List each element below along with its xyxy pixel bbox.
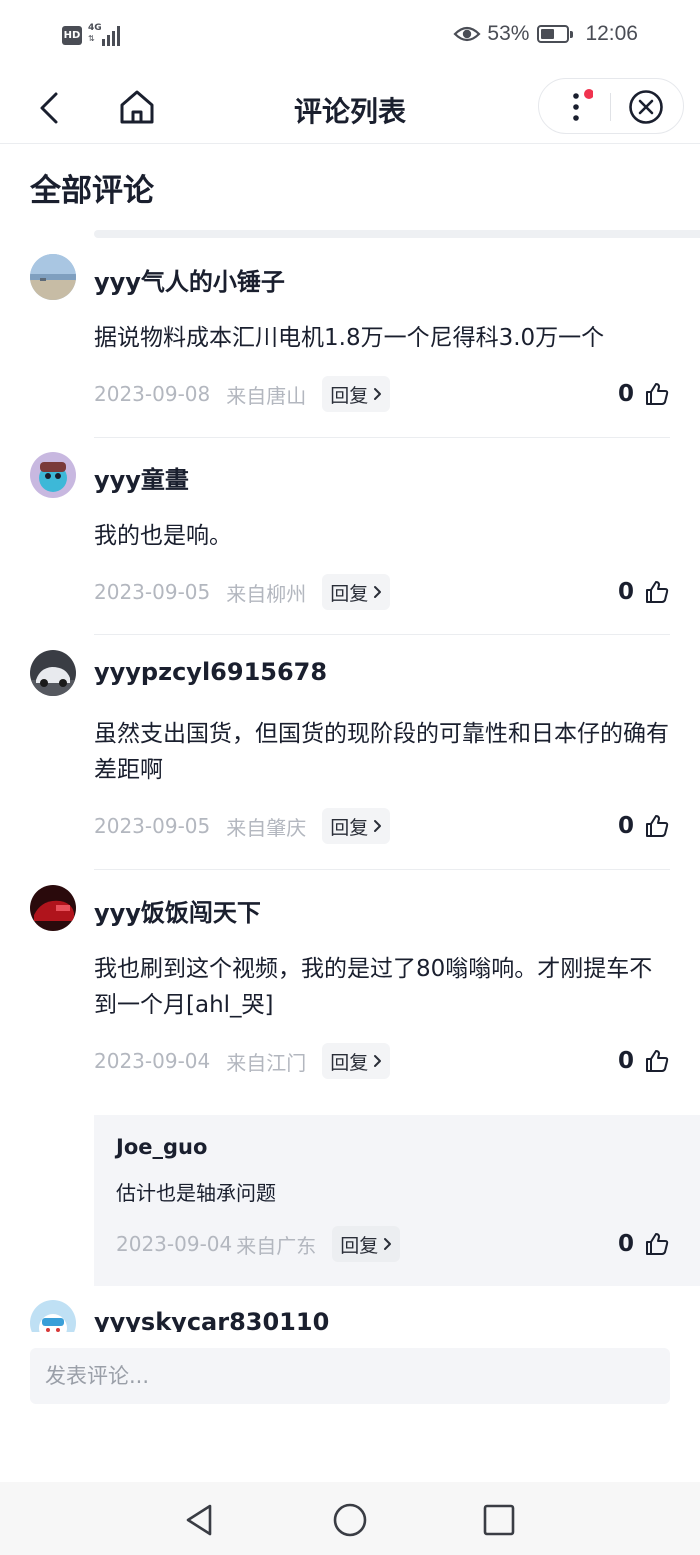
comment-location: 来自肇庆 bbox=[226, 815, 307, 840]
sub-reply: Joe_guo 估计也是轴承问题 2023-09-04 来自广东 回复 0 bbox=[94, 1115, 700, 1286]
more-icon[interactable] bbox=[559, 87, 593, 127]
comment-meta: 2023-09-05 来自肇庆 回复 bbox=[94, 808, 391, 844]
thumbs-up-icon bbox=[646, 1233, 669, 1255]
comment-username[interactable]: yyyskycar830110 bbox=[94, 1308, 329, 1332]
comment-date: 2023-09-05 bbox=[94, 814, 211, 838]
thumbs-up-icon bbox=[646, 383, 669, 405]
comment-username[interactable]: yyypzcyl6915678 bbox=[94, 658, 327, 686]
reply-label: 回复 bbox=[330, 582, 369, 605]
avatar[interactable] bbox=[30, 650, 76, 696]
sub-reply-date: 2023-09-04 bbox=[116, 1232, 233, 1256]
status-right: 53% 12:06 bbox=[453, 22, 638, 46]
status-bar: HD 4G ⇅ 53% 12:06 bbox=[0, 0, 700, 72]
avatar[interactable] bbox=[30, 452, 76, 498]
data-arrows-icon: ⇅ bbox=[88, 34, 95, 43]
like-count: 0 bbox=[617, 579, 634, 605]
chevron-right-icon bbox=[374, 388, 382, 400]
comment-divider bbox=[94, 869, 670, 870]
top-divider bbox=[94, 230, 700, 238]
thumbs-up-icon bbox=[646, 1050, 669, 1072]
capsule-divider bbox=[610, 93, 611, 121]
comment-meta: 2023-09-08 来自唐山 回复 bbox=[94, 376, 391, 412]
avatar[interactable] bbox=[30, 1300, 76, 1332]
close-icon[interactable] bbox=[627, 88, 665, 126]
section-title: 全部评论 bbox=[30, 173, 154, 209]
reply-button[interactable]: 回复 bbox=[322, 808, 391, 844]
signal-icon: 4G ⇅ bbox=[88, 24, 124, 46]
comment-text: 我也刷到这个视频，我的是过了80嗡嗡响。才刚提车不到一个月[ahl_哭] bbox=[94, 956, 653, 1018]
reply-label: 回复 bbox=[340, 1234, 379, 1257]
navigation-bar: 评论列表 bbox=[0, 72, 700, 144]
notification-dot bbox=[584, 89, 593, 99]
like-count: 0 bbox=[617, 381, 634, 407]
like-count: 0 bbox=[617, 1048, 634, 1074]
back-triangle-icon[interactable] bbox=[182, 1502, 218, 1538]
comment-location: 来自柳州 bbox=[226, 581, 307, 606]
comment-date: 2023-09-08 bbox=[94, 382, 211, 406]
comment-divider bbox=[94, 437, 670, 438]
comment-date: 2023-09-04 bbox=[94, 1049, 211, 1073]
signal-bars-icon bbox=[102, 26, 120, 46]
recents-square-icon[interactable] bbox=[481, 1502, 517, 1538]
hd-badge: HD bbox=[62, 25, 82, 45]
comment-location: 来自唐山 bbox=[226, 383, 307, 408]
eye-icon bbox=[453, 26, 481, 42]
sub-reply-meta: 2023-09-04 来自广东 回复 bbox=[116, 1226, 401, 1262]
comment-location: 来自江门 bbox=[226, 1050, 307, 1075]
battery-fill bbox=[541, 29, 555, 39]
like-button[interactable]: 0 bbox=[618, 1043, 670, 1079]
chevron-right-icon bbox=[384, 1238, 392, 1250]
thumbs-up-icon bbox=[646, 815, 669, 837]
comment-meta: 2023-09-04 来自江门 回复 bbox=[94, 1043, 391, 1079]
avatar[interactable] bbox=[30, 885, 76, 931]
comment-input[interactable] bbox=[30, 1348, 670, 1404]
sub-reply-text: 估计也是轴承问题 bbox=[116, 1181, 276, 1205]
clock-time: 12:06 bbox=[585, 22, 638, 45]
comment-text: 据说物料成本汇川电机1.8万一个尼得科3.0万一个 bbox=[94, 325, 605, 351]
reply-label: 回复 bbox=[330, 1051, 369, 1074]
network-type-label: 4G bbox=[88, 23, 102, 33]
reply-label: 回复 bbox=[330, 816, 369, 839]
comment-date: 2023-09-05 bbox=[94, 580, 211, 604]
chevron-right-icon bbox=[374, 586, 382, 598]
comment-input-bar bbox=[30, 1348, 670, 1404]
avatar[interactable] bbox=[30, 254, 76, 300]
comment-divider bbox=[94, 634, 670, 635]
like-count: 0 bbox=[617, 1231, 634, 1257]
reply-label: 回复 bbox=[330, 384, 369, 407]
like-count: 0 bbox=[617, 813, 634, 839]
battery-percent: 53% bbox=[487, 22, 530, 45]
reply-button[interactable]: 回复 bbox=[322, 1043, 391, 1079]
reply-button[interactable]: 回复 bbox=[332, 1226, 401, 1262]
home-circle-icon[interactable] bbox=[332, 1502, 368, 1538]
chevron-right-icon bbox=[374, 820, 382, 832]
battery-icon bbox=[537, 25, 574, 43]
comment-text: 我的也是响。 bbox=[94, 523, 232, 549]
mini-program-capsule bbox=[538, 78, 684, 134]
like-button[interactable]: 0 bbox=[618, 1226, 670, 1262]
comment-meta: 2023-09-05 来自柳州 回复 bbox=[94, 574, 391, 610]
chevron-right-icon bbox=[374, 1055, 382, 1067]
status-left: HD 4G ⇅ bbox=[62, 24, 124, 46]
system-navigation-bar bbox=[0, 1482, 700, 1555]
comment-text: 虽然支出国货，但国货的现阶段的可靠性和日本仔的确有差距啊 bbox=[94, 721, 669, 783]
thumbs-up-icon bbox=[646, 581, 669, 603]
comment-username[interactable]: yyy童畫 bbox=[94, 460, 189, 495]
like-button[interactable]: 0 bbox=[618, 574, 670, 610]
comment-username[interactable]: yyy饭饭闯天下 bbox=[94, 893, 261, 928]
reply-button[interactable]: 回复 bbox=[322, 574, 391, 610]
like-button[interactable]: 0 bbox=[618, 808, 670, 844]
reply-button[interactable]: 回复 bbox=[322, 376, 391, 412]
comment-username[interactable]: yyy气人的小锤子 bbox=[94, 262, 285, 297]
sub-reply-username[interactable]: Joe_guo bbox=[116, 1135, 207, 1159]
like-button[interactable]: 0 bbox=[618, 376, 670, 412]
comment-item: yyyskycar830110 bbox=[0, 1296, 700, 1332]
sub-reply-location: 来自广东 bbox=[236, 1233, 317, 1258]
